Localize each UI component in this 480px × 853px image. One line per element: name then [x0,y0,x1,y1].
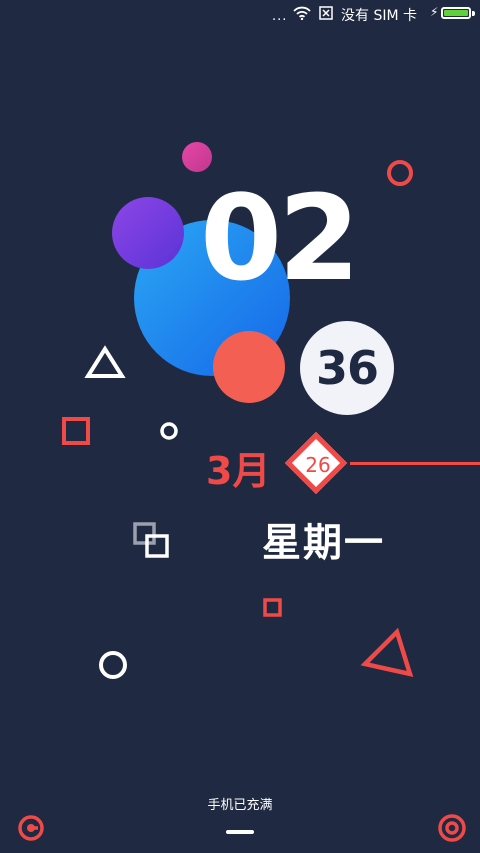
camera-shortcut-icon[interactable] [17,814,45,842]
coral-ball-layer [213,331,285,403]
minute-badge: 36 [300,321,394,415]
charging-status: 手机已充满 [207,798,273,813]
date-day: 26 [305,453,331,477]
unlock-handle[interactable] [226,830,254,834]
clock-hour: 02 [200,169,360,307]
date-weekday: 星期一 [262,521,386,566]
date-line [350,462,480,465]
clock-minute: 36 [315,341,379,395]
coral-ball [213,331,285,403]
date-month: 3月 [206,449,271,493]
target-shortcut-icon[interactable] [437,813,467,843]
